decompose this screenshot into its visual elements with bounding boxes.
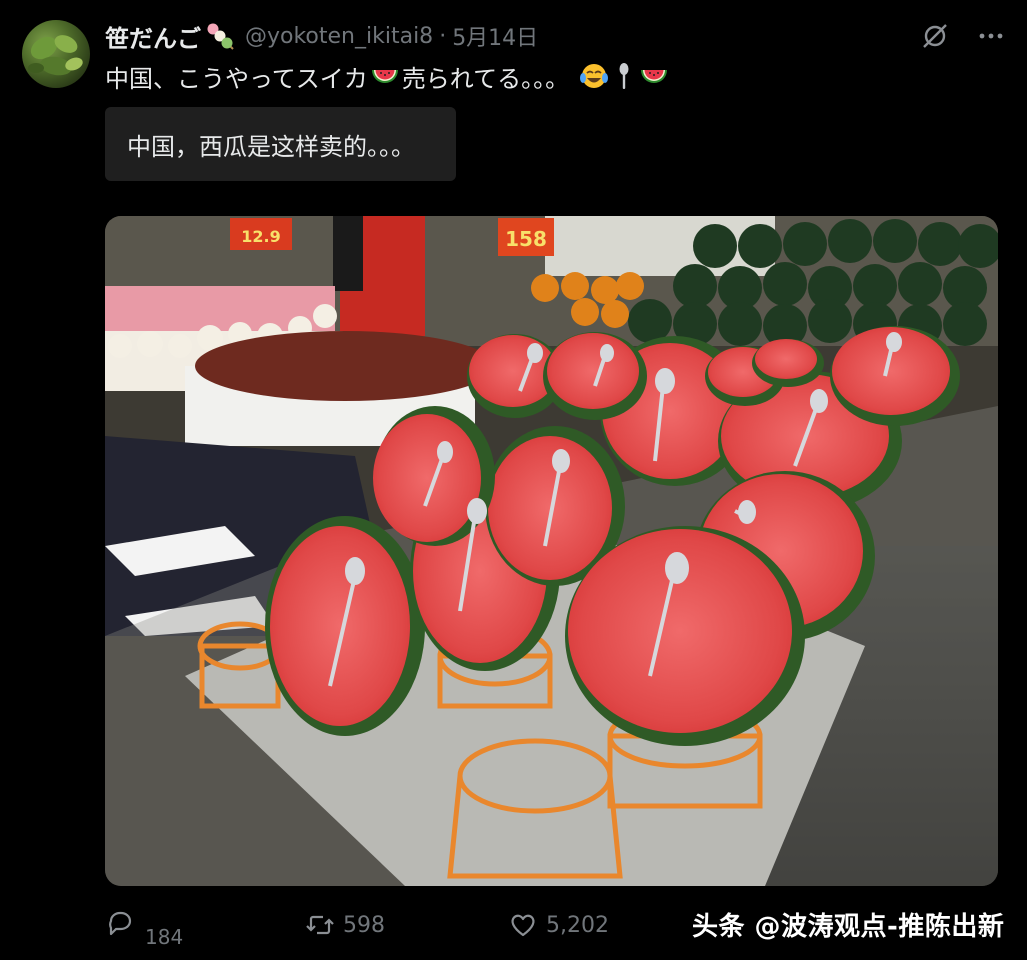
svg-text:12.9: 12.9 xyxy=(241,227,280,246)
display-name[interactable]: 笹だんご xyxy=(105,19,201,54)
svg-text:158: 158 xyxy=(505,227,547,251)
tweet-header: 笹だんご @yokoten_ikitai8 · 5月14日 xyxy=(105,18,538,54)
tears-of-joy-emoji xyxy=(579,62,609,90)
tweet-text: 中国、こうやってスイカ 売られてる。。。 xyxy=(105,58,671,94)
translation-box: 中国，西瓜是这样卖的。。。 xyxy=(105,107,456,181)
retweet-button[interactable]: 598 xyxy=(305,910,385,940)
separator-dot: · xyxy=(439,23,447,49)
tweet-text-part1: 中国、こうやってスイカ xyxy=(105,64,368,93)
watermark: 头条 @波涛观点-推陈出新 xyxy=(692,912,1005,942)
grok-icon[interactable] xyxy=(919,20,951,52)
tweet-text-part2: 売られてる。。。 xyxy=(401,64,570,93)
like-count: 5,202 xyxy=(546,912,609,938)
reply-button[interactable] xyxy=(105,908,143,938)
reply-count: 184 xyxy=(145,925,184,949)
dango-emoji xyxy=(203,21,237,51)
reply-icon xyxy=(109,911,132,936)
like-button[interactable]: 5,202 xyxy=(508,910,609,940)
watermelon-emoji xyxy=(370,62,400,90)
avatar[interactable] xyxy=(22,20,90,88)
tweet-top-actions xyxy=(919,20,1007,52)
retweet-icon xyxy=(306,915,334,935)
watermelon-stall-photo[interactable]: 12.9 158 xyxy=(105,216,998,886)
translation-text: 中国，西瓜是这样卖的。。。 xyxy=(127,132,415,161)
user-handle[interactable]: @yokoten_ikitai8 xyxy=(245,24,433,49)
heart-icon xyxy=(511,914,535,937)
spoon-emoji xyxy=(613,62,635,90)
watermelon-emoji xyxy=(639,62,669,90)
post-date[interactable]: 5月14日 xyxy=(452,20,538,52)
retweet-count: 598 xyxy=(343,912,385,938)
more-icon[interactable] xyxy=(975,20,1007,52)
